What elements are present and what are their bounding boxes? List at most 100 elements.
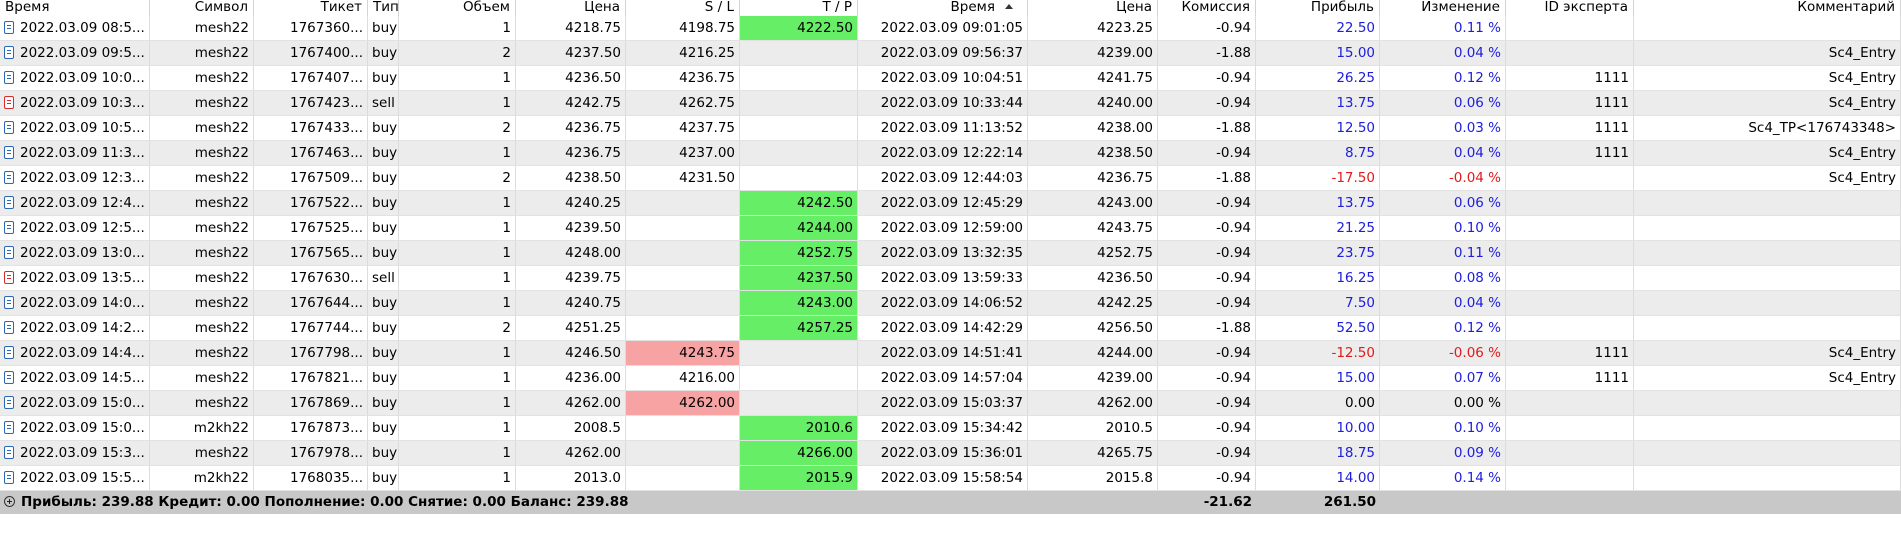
cell-type: buy	[368, 416, 399, 440]
header-close-price[interactable]: Цена	[1028, 0, 1158, 16]
cell-change: 0.04 %	[1380, 41, 1506, 65]
table-header: Время Символ Тикет Тип Объем Цена S / LT / P Вр…	[0, 0, 1901, 16]
summary-row[interactable]: Прибыль: 239.88 Кредит: 0.00 Пополнение:…	[0, 491, 1901, 514]
cell-comment	[1634, 241, 1901, 265]
table-row[interactable]: 2022.03.09 13:0... mesh22 1767565... buy 1 42…	[0, 241, 1901, 266]
table-row[interactable]: 2022.03.09 15:0... m2kh22 1767873... buy 1 20…	[0, 416, 1901, 441]
cell-type: buy	[368, 66, 399, 90]
cell-close-time: 2022.03.09 15:34:42	[858, 416, 1028, 440]
cell-profit: 0.00	[1256, 391, 1380, 415]
header-type[interactable]: Тип	[368, 0, 399, 16]
table-row[interactable]: 2022.03.09 10:0... mesh22 1767407... buy 1 42…	[0, 66, 1901, 91]
cell-commission: -1.88	[1158, 41, 1256, 65]
cell-commission: -0.94	[1158, 66, 1256, 90]
buy-order-icon	[4, 421, 14, 434]
cell-symbol: mesh22	[150, 341, 254, 365]
header-symbol[interactable]: Символ	[150, 0, 254, 16]
cell-close-price: 4256.50	[1028, 316, 1158, 340]
table-body: 2022.03.09 08:5... mesh22 1767360... buy 1 42…	[0, 16, 1901, 491]
header-sl[interactable]: S / L	[626, 0, 740, 16]
cell-sl: 4198.75	[626, 16, 740, 40]
cell-ticket: 1767423...	[254, 91, 368, 115]
cell-expert-id	[1506, 16, 1634, 40]
header-comment[interactable]: Комментарий	[1634, 0, 1901, 16]
cell-ticket: 1767978...	[254, 441, 368, 465]
cell-type: buy	[368, 241, 399, 265]
cell-type: buy	[368, 291, 399, 315]
cell-open-time: 2022.03.09 11:3...	[0, 141, 150, 165]
cell-profit: 13.75	[1256, 191, 1380, 215]
table-row[interactable]: 2022.03.09 11:3... mesh22 1767463... buy 1 42…	[0, 141, 1901, 166]
table-row[interactable]: 2022.03.09 14:5... mesh22 1767821... buy 1 42…	[0, 366, 1901, 391]
cell-sl: 4262.00	[626, 391, 740, 415]
table-row[interactable]: 2022.03.09 12:5... mesh22 1767525... buy 1 42…	[0, 216, 1901, 241]
table-row[interactable]: 2022.03.09 12:3... mesh22 1767509... buy 2 42…	[0, 166, 1901, 191]
cell-commission: -0.94	[1158, 16, 1256, 40]
header-ticket[interactable]: Тикет	[254, 0, 368, 16]
table-row[interactable]: 2022.03.09 10:5... mesh22 1767433... buy 2 42…	[0, 116, 1901, 141]
cell-symbol: mesh22	[150, 91, 254, 115]
cell-profit: 7.50	[1256, 291, 1380, 315]
cell-profit: 16.25	[1256, 266, 1380, 290]
table-row[interactable]: 2022.03.09 14:4... mesh22 1767798... buy 1 42…	[0, 341, 1901, 366]
cell-close-time: 2022.03.09 09:01:05	[858, 16, 1028, 40]
cell-comment	[1634, 266, 1901, 290]
cell-ticket: 1767509...	[254, 166, 368, 190]
buy-order-icon	[4, 346, 14, 359]
table-row[interactable]: 2022.03.09 12:4... mesh22 1767522... buy 1 42…	[0, 191, 1901, 216]
header-tp[interactable]: T / P	[740, 0, 858, 16]
cell-commission: -0.94	[1158, 391, 1256, 415]
cell-open-price: 4218.75	[516, 16, 626, 40]
cell-comment	[1634, 316, 1901, 340]
cell-close-price: 4223.25	[1028, 16, 1158, 40]
table-row[interactable]: 2022.03.09 15:3... mesh22 1767978... buy 1 42…	[0, 441, 1901, 466]
header-volume[interactable]: Объем	[399, 0, 516, 16]
table-row[interactable]: 2022.03.09 14:0... mesh22 1767644... buy 1 42…	[0, 291, 1901, 316]
cell-tp: 4257.25	[740, 316, 858, 340]
cell-expert-id: 1111	[1506, 366, 1634, 390]
expand-plus-icon[interactable]	[4, 496, 15, 507]
cell-open-time: 2022.03.09 13:0...	[0, 241, 150, 265]
cell-close-price: 4243.00	[1028, 191, 1158, 215]
cell-expert-id	[1506, 41, 1634, 65]
table-row[interactable]: 2022.03.09 08:5... mesh22 1767360... buy 1 42…	[0, 16, 1901, 41]
table-row[interactable]: 2022.03.09 13:5... mesh22 1767630... sell 1 4…	[0, 266, 1901, 291]
cell-type: buy	[368, 191, 399, 215]
cell-close-price: 4252.75	[1028, 241, 1158, 265]
table-row[interactable]: 2022.03.09 15:0... mesh22 1767869... buy 1 42…	[0, 391, 1901, 416]
table-row[interactable]: 2022.03.09 09:5... mesh22 1767400... buy 2 42…	[0, 41, 1901, 66]
cell-close-price: 4239.00	[1028, 366, 1158, 390]
cell-comment	[1634, 216, 1901, 240]
sell-order-icon	[4, 96, 14, 109]
cell-commission: -0.94	[1158, 141, 1256, 165]
cell-expert-id: 1111	[1506, 91, 1634, 115]
cell-volume: 1	[399, 366, 516, 390]
summary-label: Прибыль: 239.88 Кредит: 0.00 Пополнение:…	[21, 494, 629, 510]
cell-ticket: 1768035...	[254, 466, 368, 490]
cell-tp	[740, 41, 858, 65]
cell-comment	[1634, 416, 1901, 440]
header-open-price[interactable]: Цена	[516, 0, 626, 16]
header-commission[interactable]: Комиссия	[1158, 0, 1256, 16]
cell-volume: 1	[399, 66, 516, 90]
cell-profit: 10.00	[1256, 416, 1380, 440]
cell-expert-id	[1506, 241, 1634, 265]
header-change[interactable]: Изменение	[1380, 0, 1506, 16]
table-row[interactable]: 2022.03.09 10:3... mesh22 1767423... sell 1 4…	[0, 91, 1901, 116]
header-close-time[interactable]: Время	[858, 0, 1028, 16]
header-expert-id[interactable]: ID эксперта	[1506, 0, 1634, 16]
cell-sl: 4243.75	[626, 341, 740, 365]
table-row[interactable]: 2022.03.09 15:5... m2kh22 1768035... buy 1 20…	[0, 466, 1901, 491]
cell-symbol: mesh22	[150, 391, 254, 415]
header-open-time[interactable]: Время	[0, 0, 150, 16]
cell-close-price: 4240.00	[1028, 91, 1158, 115]
buy-order-icon	[4, 171, 14, 184]
cell-open-price: 4238.50	[516, 166, 626, 190]
cell-close-price: 4236.75	[1028, 166, 1158, 190]
cell-open-price: 4236.50	[516, 66, 626, 90]
header-profit[interactable]: Прибыль	[1256, 0, 1380, 16]
cell-comment	[1634, 291, 1901, 315]
cell-open-time: 2022.03.09 12:4...	[0, 191, 150, 215]
cell-profit: 23.75	[1256, 241, 1380, 265]
table-row[interactable]: 2022.03.09 14:2... mesh22 1767744... buy 2 42…	[0, 316, 1901, 341]
